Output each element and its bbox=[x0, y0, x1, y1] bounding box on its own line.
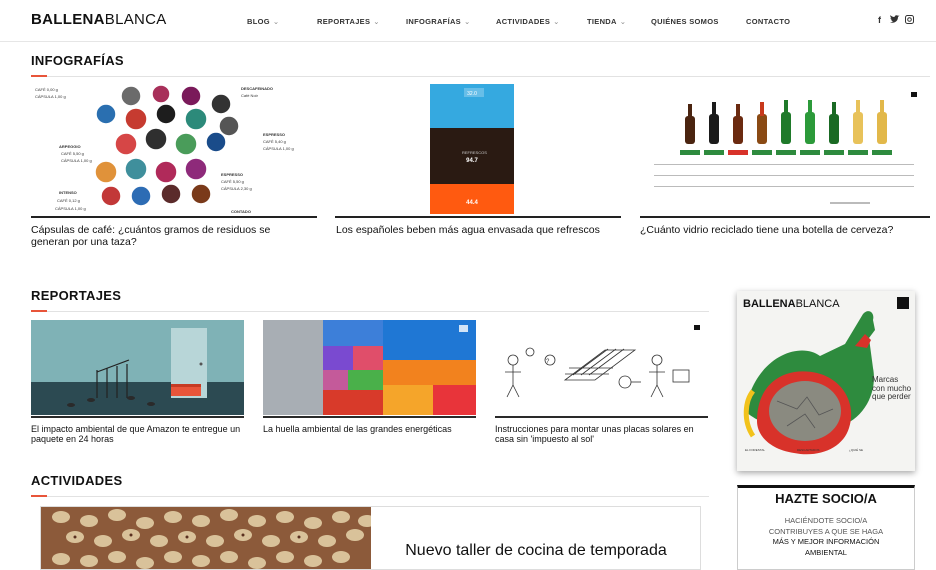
article-title[interactable]: Los españoles beben más agua envasada qu… bbox=[336, 224, 616, 236]
section-divider bbox=[31, 311, 709, 312]
svg-text:EL FORESTAL: EL FORESTAL bbox=[745, 448, 765, 452]
svg-text:Café Noir: Café Noir bbox=[241, 93, 259, 98]
magazine-headline: Marcas con mucho que perder bbox=[872, 375, 912, 401]
infografias-heading: INFOGRAFÍAS bbox=[31, 53, 124, 68]
svg-text:ARPEGGIO: ARPEGGIO bbox=[59, 144, 81, 149]
article-title[interactable]: El impacto ambiental de que Amazon te en… bbox=[31, 424, 246, 444]
svg-text:INTENSO: INTENSO bbox=[59, 190, 77, 195]
beans-image bbox=[41, 507, 371, 569]
menu-quienes-somos[interactable]: QUIÉNES SOMOS bbox=[651, 17, 719, 26]
socio-text-1: HACIÉNDOTE SOCIO/A bbox=[784, 516, 868, 525]
menu-contacto[interactable]: CONTACTO bbox=[746, 17, 790, 26]
menu-infografias[interactable]: INFOGRAFÍAS ⌄ bbox=[406, 17, 471, 26]
coffee-capsules-image[interactable]: CAFÉ 0,00 g CÁPSULA 1,00 g DESCAFEINADO C… bbox=[31, 84, 317, 214]
activity-feature-card[interactable]: Nuevo taller de cocina de temporada bbox=[40, 506, 701, 570]
accent-line bbox=[31, 310, 47, 312]
section-divider bbox=[31, 76, 930, 77]
article-title[interactable]: ¿Cuánto vidrio reciclado tiene una botel… bbox=[640, 224, 930, 236]
svg-text:CÁPSULA 2,30 g: CÁPSULA 2,30 g bbox=[221, 186, 252, 191]
svg-text:CÁPSULA 1,00 g: CÁPSULA 1,00 g bbox=[55, 206, 86, 211]
socio-text-4: AMBIENTAL bbox=[805, 547, 847, 557]
image-underline bbox=[263, 416, 476, 418]
section-divider bbox=[31, 496, 709, 497]
menu-blog[interactable]: BLOG ⌄ bbox=[247, 17, 279, 26]
socio-text-3: MÁS Y MEJOR INFORMACIÓN bbox=[772, 537, 880, 546]
magazine-cover[interactable]: BALLENABLANCA EL FORESTAL DESCARTADOS ¿QUI… bbox=[737, 291, 915, 471]
image-underline bbox=[31, 216, 317, 218]
reportajes-heading: REPORTAJES bbox=[31, 288, 122, 303]
svg-text:94.7: 94.7 bbox=[466, 158, 478, 164]
accent-line bbox=[31, 495, 47, 497]
socio-text-2: CONTRIBUYES A QUE SE HAGA bbox=[768, 526, 884, 536]
svg-text:CÁPSULA 1,00 g: CÁPSULA 1,00 g bbox=[263, 146, 294, 151]
top-navbar: BALLENABLANCA BLOG ⌄ REPORTAJES ⌄ INFOGRAF… bbox=[0, 0, 936, 42]
energeticas-treemap-image[interactable] bbox=[263, 320, 476, 415]
solar-panels-image[interactable]: ? bbox=[495, 320, 708, 415]
svg-text:DESCARTADOS: DESCARTADOS bbox=[797, 448, 820, 452]
site-logo[interactable]: BALLENABLANCA bbox=[31, 11, 167, 28]
svg-text:CÁPSULA 1,00 g: CÁPSULA 1,00 g bbox=[35, 94, 66, 99]
svg-text:CAFÉ 5,40 g: CAFÉ 5,40 g bbox=[263, 139, 286, 144]
svg-text:CAFÉ 5,50 g: CAFÉ 5,50 g bbox=[61, 151, 84, 156]
svg-text:¿QUIÉ SE: ¿QUIÉ SE bbox=[849, 447, 863, 452]
svg-text:CAFÉ 0,00 g: CAFÉ 0,00 g bbox=[35, 87, 58, 92]
svg-text:CAFÉ 5,50 g: CAFÉ 5,50 g bbox=[221, 179, 244, 184]
svg-text:CAFÉ 0,12 g: CAFÉ 0,12 g bbox=[57, 198, 80, 203]
instagram-icon[interactable] bbox=[905, 15, 914, 24]
article-title[interactable]: Instrucciones para montar unas placas so… bbox=[495, 424, 710, 444]
svg-text:44.4: 44.4 bbox=[466, 200, 478, 206]
svg-text:?: ? bbox=[546, 359, 550, 365]
socio-heading: HAZTE SOCIO/A bbox=[775, 491, 877, 506]
accent-line bbox=[31, 75, 47, 77]
beer-bottles-image[interactable] bbox=[640, 84, 926, 214]
svg-text:32.0: 32.0 bbox=[467, 91, 477, 97]
image-underline bbox=[640, 216, 930, 218]
image-underline bbox=[335, 216, 621, 218]
amazon-article-image[interactable] bbox=[31, 320, 244, 415]
svg-text:CÁPSULA 1,00 g: CÁPSULA 1,00 g bbox=[61, 158, 92, 163]
activity-title[interactable]: Nuevo taller de cocina de temporada bbox=[401, 541, 671, 561]
actividades-heading: ACTIVIDADES bbox=[31, 473, 123, 488]
image-underline bbox=[31, 416, 244, 418]
label-descafeinado: DESCAFEINADO bbox=[241, 86, 273, 91]
svg-text:ESPRESSO: ESPRESSO bbox=[221, 172, 243, 177]
facebook-icon[interactable]: f bbox=[878, 15, 881, 25]
image-underline bbox=[495, 416, 708, 418]
article-title[interactable]: Cápsulas de café: ¿cuántos gramos de res… bbox=[31, 224, 311, 248]
water-chart-image[interactable]: 32.0 REFRESCOS 94.7 44.4 bbox=[430, 84, 514, 214]
svg-text:CONTADO: CONTADO bbox=[231, 209, 251, 214]
twitter-icon[interactable] bbox=[890, 15, 900, 24]
menu-reportajes[interactable]: REPORTAJES ⌄ bbox=[317, 17, 380, 26]
menu-actividades[interactable]: ACTIVIDADES ⌄ bbox=[496, 17, 560, 26]
socio-box[interactable]: HAZTE SOCIO/A HACIÉNDOTE SOCIO/A CONTRIB… bbox=[737, 485, 915, 570]
svg-text:ESPRESSO: ESPRESSO bbox=[263, 132, 285, 137]
article-title[interactable]: La huella ambiental de las grandes energ… bbox=[263, 424, 478, 434]
menu-tienda[interactable]: TIENDA ⌄ bbox=[587, 17, 626, 26]
svg-text:REFRESCOS: REFRESCOS bbox=[462, 150, 487, 155]
